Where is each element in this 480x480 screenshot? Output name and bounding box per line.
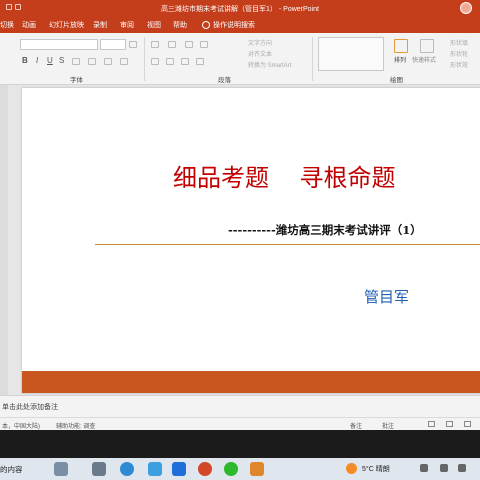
taskbar: 的内容 5°C 晴朗 (0, 458, 480, 480)
avatar[interactable] (460, 2, 472, 14)
tab-animations[interactable]: 动画 (22, 20, 36, 30)
tab-review[interactable]: 审阅 (120, 20, 134, 30)
bullets-icon[interactable] (151, 41, 159, 48)
network-icon[interactable] (440, 464, 448, 472)
search-thumbnail-icon[interactable] (54, 462, 68, 476)
divider (144, 37, 145, 81)
slide-thumbnail-pane[interactable] (0, 85, 8, 395)
notes-button[interactable]: 备注 (350, 421, 362, 430)
arrange-icon[interactable] (394, 39, 408, 53)
normal-view-icon[interactable] (428, 421, 435, 427)
slide-title[interactable]: 细品考题 寻根命题 (173, 158, 396, 193)
numbering-icon[interactable] (168, 41, 176, 48)
arrange-button[interactable]: 排列 (394, 55, 406, 64)
bold-button[interactable]: B (22, 56, 28, 65)
accessibility-status[interactable]: 辅助功能: 调查 (56, 421, 95, 430)
slide-canvas[interactable]: 细品考题 寻根命题 ----------潍坊高三期末考试讲评（1） 管目军 (22, 88, 480, 393)
tab-transitions[interactable]: 切换 (0, 20, 14, 30)
shape-fill-button[interactable]: 形状填 (450, 38, 468, 47)
font-group-label: 字体 (70, 77, 83, 84)
align-center-icon[interactable] (166, 58, 174, 65)
lightbulb-icon (202, 21, 210, 29)
divider (312, 37, 313, 81)
align-left-icon[interactable] (151, 58, 159, 65)
weather-icon (346, 463, 357, 474)
comments-button[interactable]: 批注 (382, 421, 394, 430)
store-icon[interactable] (148, 462, 162, 476)
increase-indent-icon[interactable] (200, 41, 208, 48)
shape-effects-button[interactable]: 形状效 (450, 60, 468, 69)
text-direction-button[interactable]: 文字方向 (248, 38, 272, 47)
tray-icon[interactable] (420, 464, 428, 472)
tab-record[interactable]: 录制 (93, 20, 107, 30)
weather-text[interactable]: 5°C 晴朗 (362, 464, 390, 474)
shape-outline-button[interactable]: 形状轮 (450, 49, 468, 58)
slide-subtitle[interactable]: ----------潍坊高三期末考试讲评（1） (228, 222, 422, 238)
ribbon-tabs: 切换 动画 幻灯片放映 录制 审阅 视图 帮助 操作说明搜索 (0, 17, 480, 33)
align-right-icon[interactable] (181, 58, 189, 65)
drawing-group-label: 绘图 (390, 77, 403, 84)
window-title: 高三潍坊市期末考试讲解（管目军1） - PowerPoint (161, 6, 319, 13)
taskbar-search-text[interactable]: 的内容 (0, 464, 23, 475)
clear-format-icon[interactable] (120, 58, 128, 65)
divider-line (95, 244, 480, 245)
sorter-view-icon[interactable] (446, 421, 453, 427)
edge-icon[interactable] (120, 462, 134, 476)
reading-view-icon[interactable] (464, 421, 471, 427)
volume-icon[interactable] (458, 464, 466, 472)
font-color-icon[interactable] (104, 58, 112, 65)
align-text-button[interactable]: 对齐文本 (248, 49, 272, 58)
smartart-button[interactable]: 转换为 SmartArt (248, 60, 291, 69)
font-size-select[interactable] (100, 39, 126, 50)
decrease-indent-icon[interactable] (185, 41, 193, 48)
shapes-gallery[interactable] (318, 37, 384, 71)
slide-author[interactable]: 管目军 (364, 286, 409, 307)
underline-button[interactable]: U (47, 56, 53, 65)
desktop-gap (0, 430, 480, 458)
app-icon[interactable] (172, 462, 186, 476)
notes-pane[interactable]: 单击此处添加备注 (0, 395, 480, 417)
ribbon: B I U S 字体 文字方向 对齐文本 转换为 SmartArt 段落 排列 … (0, 33, 480, 85)
tell-me-search[interactable]: 操作说明搜索 (213, 20, 255, 30)
tab-help[interactable]: 帮助 (173, 20, 187, 30)
paragraph-group-label: 段落 (218, 77, 231, 84)
title-bar: 高三潍坊市期末考试讲解（管目军1） - PowerPoint (0, 0, 480, 17)
quick-styles-button[interactable]: 快速样式 (412, 55, 436, 64)
language-indicator[interactable]: 本，中国大陆) (2, 421, 40, 430)
tab-slideshow[interactable]: 幻灯片放映 (49, 20, 84, 30)
shadow-button[interactable]: S (59, 56, 64, 65)
font-name-select[interactable] (20, 39, 98, 50)
wechat-icon[interactable] (224, 462, 238, 476)
quick-styles-icon[interactable] (420, 39, 434, 53)
grow-font-icon[interactable] (129, 41, 137, 48)
justify-icon[interactable] (196, 58, 204, 65)
slide-footer-band (22, 371, 480, 393)
powerpoint-icon[interactable] (198, 462, 212, 476)
tab-view[interactable]: 视图 (147, 20, 161, 30)
strikethrough-icon[interactable] (72, 58, 80, 65)
notes-placeholder[interactable]: 单击此处添加备注 (2, 402, 58, 412)
media-app-icon[interactable] (250, 462, 264, 476)
task-view-icon[interactable] (92, 462, 106, 476)
italic-button[interactable]: I (36, 56, 38, 65)
char-spacing-icon[interactable] (88, 58, 96, 65)
status-bar: 本，中国大陆) 辅助功能: 调查 备注 批注 (0, 417, 480, 430)
